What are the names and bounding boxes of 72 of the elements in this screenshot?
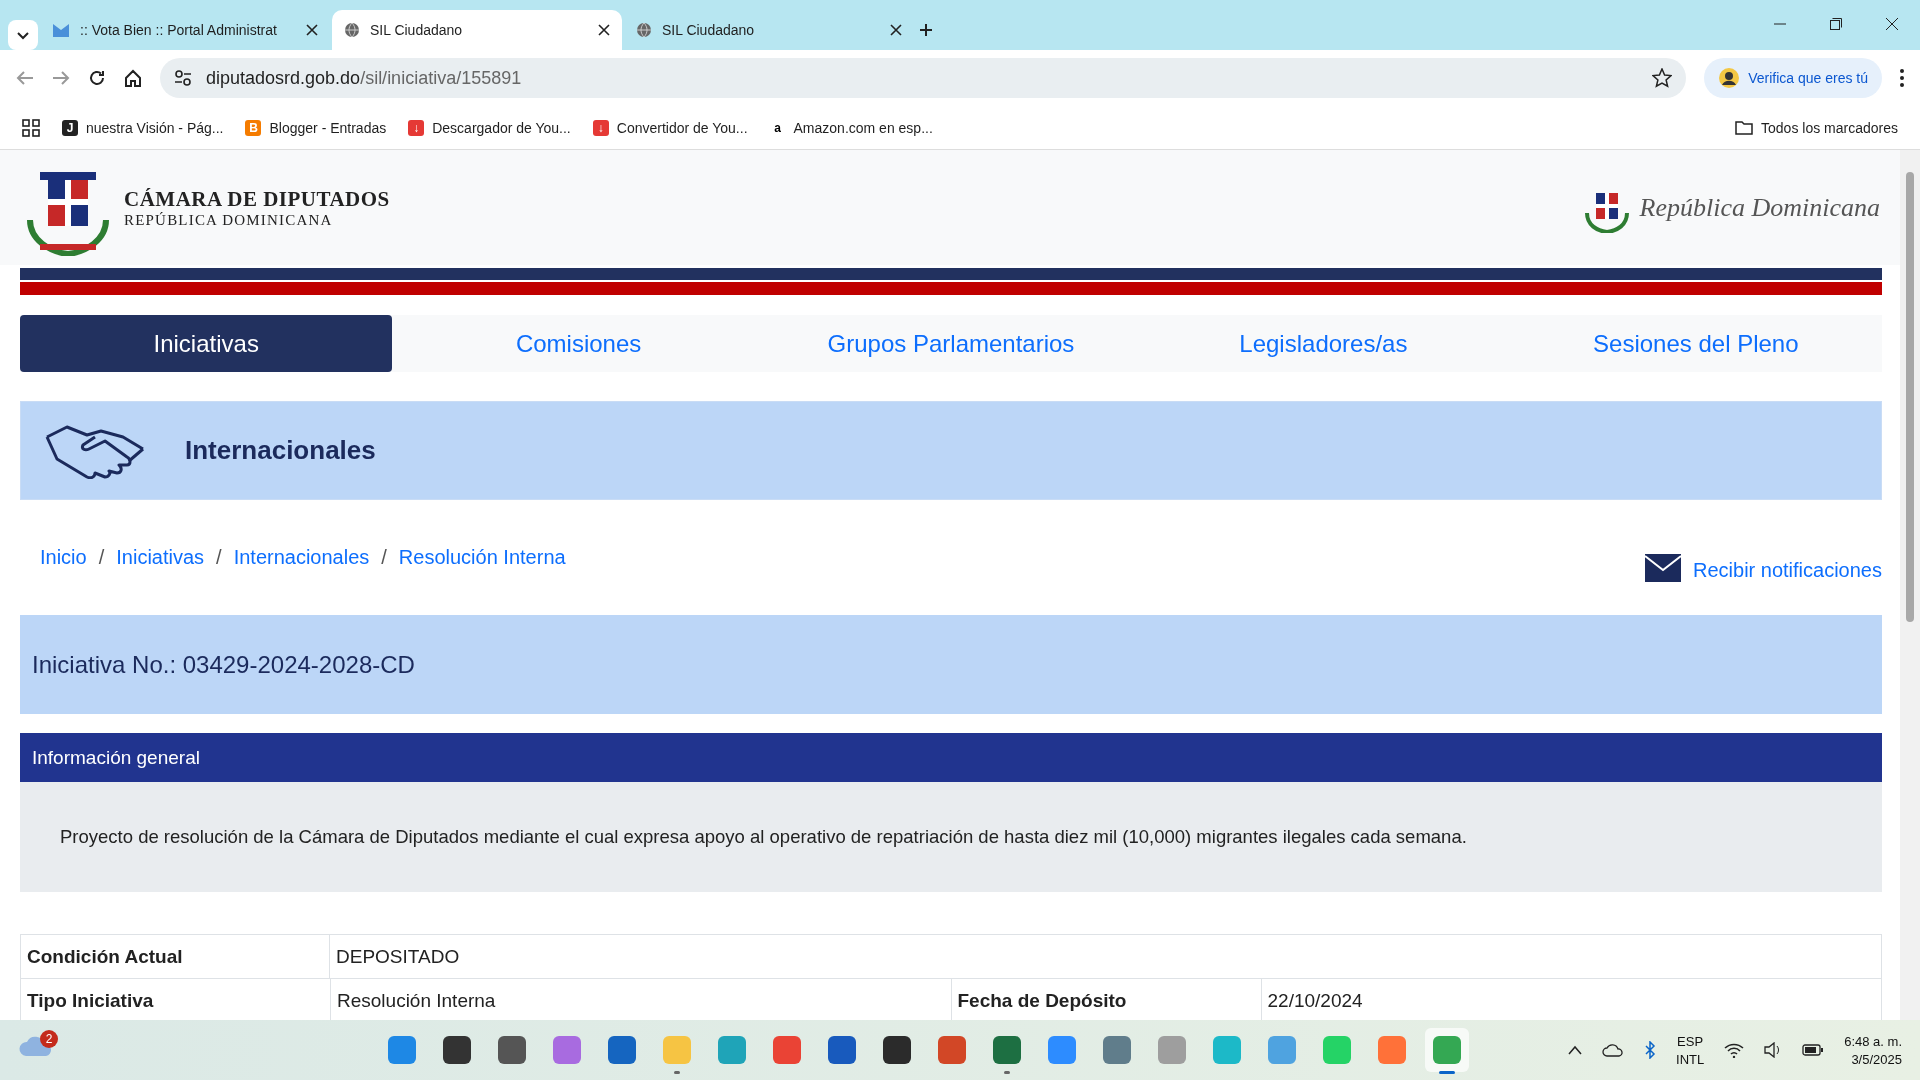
back-icon[interactable] — [16, 69, 34, 87]
tab-title: SIL Ciudadano — [662, 22, 756, 38]
bookmark[interactable]: J nuestra Visión - Pág... — [62, 119, 224, 136]
language-indicator: ESP — [1677, 1033, 1704, 1049]
tab-title: SIL Ciudadano — [370, 22, 464, 38]
bookmark[interactable]: a Amazon.com en esp... — [769, 119, 933, 136]
nav-tab-active[interactable]: Iniciativas — [20, 315, 393, 372]
close-icon[interactable] — [598, 24, 610, 36]
keyboard-layout: INTL — [1676, 1051, 1705, 1067]
mail-icon — [52, 22, 70, 38]
avatar-icon — [1718, 67, 1741, 89]
country-name: República Dominicana — [1639, 192, 1880, 223]
tab-title: :: Vota Bien :: Portal Administrat — [80, 22, 278, 38]
initiative-number: Iniciativa No.: 03429-2024-2028-CD — [20, 615, 1882, 714]
bookmark-icon: J — [62, 119, 78, 136]
forward-icon[interactable] — [52, 69, 70, 87]
field-label: Condición Actual — [20, 934, 330, 979]
description-text: Proyecto de resolución de la Cámara de Diputados mediante el cual expresa apoyo al operativo de repatriación de hasta diez mil (10,000) migrantes ilegales cada semana. — [60, 826, 1467, 848]
folder-icon — [1735, 120, 1754, 135]
clock-date: 3/5/2025 — [1851, 1051, 1902, 1067]
nav-tab[interactable]: Sesiones del Pleno — [1509, 315, 1882, 372]
notifications-link[interactable]: Recibir notificaciones — [1645, 553, 1882, 582]
nav-tab[interactable]: Comisiones — [392, 315, 765, 372]
home-icon[interactable] — [124, 69, 142, 87]
nav-tab[interactable]: Legisladores/as — [1137, 315, 1510, 372]
battery-icon[interactable] — [1802, 1043, 1825, 1057]
breadcrumb-link[interactable]: Internacionales — [233, 546, 370, 569]
profile-button[interactable]: Verifica que eres tú — [1704, 58, 1882, 98]
institution-name: CÁMARA DE DIPUTADOS — [124, 186, 390, 212]
globe-icon — [344, 22, 360, 38]
breadcrumb-separator: / — [381, 546, 387, 569]
bluetooth-icon[interactable] — [1644, 1041, 1656, 1059]
globe-icon — [636, 22, 652, 38]
bookmark-icon: ↓ — [408, 119, 425, 136]
bookmark-icon: B — [245, 119, 262, 136]
apps-grid-icon[interactable] — [22, 118, 40, 137]
reload-icon[interactable] — [88, 69, 106, 87]
bookmark[interactable]: ↓ Convertidor de You... — [592, 119, 748, 136]
institution-subtitle: REPÚBLICA DOMINICANA — [124, 211, 334, 229]
breadcrumb-link[interactable]: Resolución Interna — [398, 546, 566, 569]
envelope-icon — [1645, 553, 1681, 582]
browser-tab[interactable]: SIL Ciudadano — [332, 10, 622, 50]
clock-time: 6:48 a. m. — [1844, 1033, 1902, 1049]
panel-header: Información general — [20, 733, 1882, 782]
bookmark[interactable]: ↓ Descargador de You... — [408, 119, 571, 136]
nav-tab[interactable]: Grupos Parlamentarios — [764, 315, 1138, 372]
browser-tab[interactable]: :: Vota Bien :: Portal Administrat — [40, 10, 330, 50]
address-bar[interactable]: diputadosrd.gob.do/sil/iniciativa/155891 — [160, 58, 1687, 98]
chevron-up-icon[interactable] — [1568, 1045, 1582, 1055]
url-text: diputadosrd.gob.do/sil/iniciativa/155891 — [206, 67, 523, 89]
all-bookmarks[interactable]: Todos los marcadores — [1735, 119, 1898, 136]
cloud-icon[interactable] — [1602, 1043, 1624, 1057]
wifi-icon[interactable] — [1724, 1042, 1745, 1058]
breadcrumb-link[interactable]: Iniciativas — [116, 546, 205, 569]
field-value: DEPOSITADO — [329, 934, 1882, 979]
breadcrumb-separator: / — [216, 546, 222, 569]
breadcrumb-link[interactable]: Inicio — [40, 546, 87, 569]
tab-list-icon[interactable] — [8, 20, 38, 50]
menu-icon[interactable] — [1900, 69, 1904, 87]
restore-icon[interactable] — [1830, 18, 1842, 30]
bookmark-icon: ↓ — [592, 119, 609, 136]
notification-badge: 2 — [40, 1030, 58, 1048]
browser-tab[interactable]: SIL Ciudadano — [624, 10, 914, 50]
close-icon[interactable] — [1886, 18, 1898, 30]
scrollbar-thumb[interactable] — [1906, 172, 1914, 622]
star-icon[interactable] — [1652, 68, 1673, 88]
bookmark[interactable]: B Blogger - Entradas — [245, 119, 387, 136]
close-icon[interactable] — [890, 24, 902, 36]
breadcrumb-separator: / — [98, 546, 105, 569]
site-settings-icon[interactable] — [174, 69, 192, 87]
close-icon[interactable] — [306, 24, 318, 36]
section-title: Internacionales — [185, 435, 376, 466]
